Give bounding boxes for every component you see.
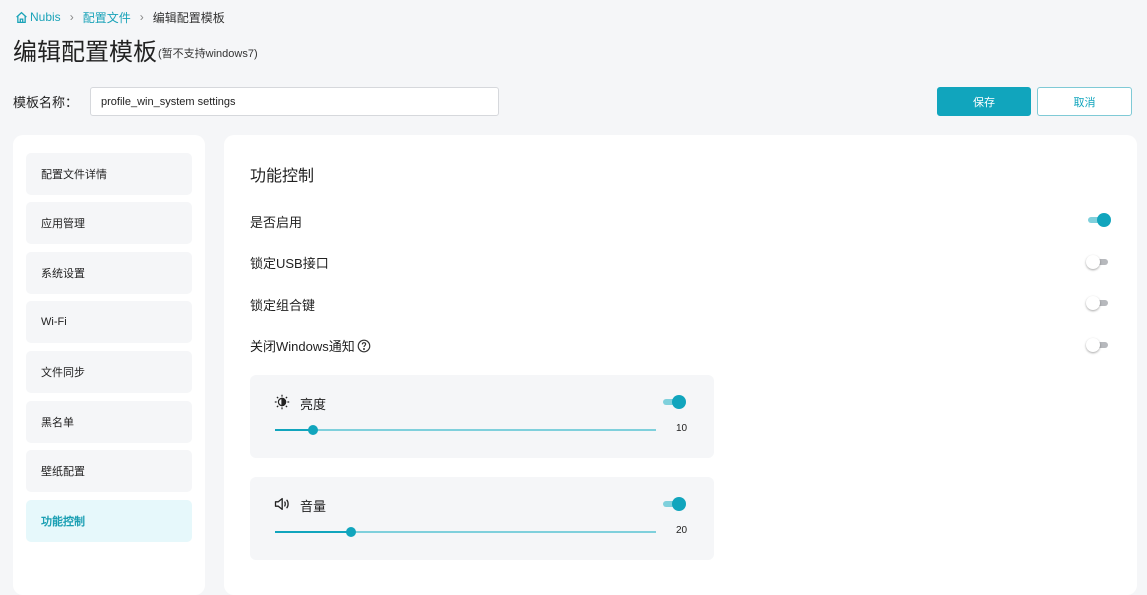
lock-usb-toggle[interactable] xyxy=(1086,255,1111,269)
page-title-note: (暂不支持windows7) xyxy=(158,48,258,60)
save-button[interactable]: 保存 xyxy=(937,87,1031,116)
sidebar-item-file-sync[interactable]: 文件同步 xyxy=(26,351,192,393)
breadcrumb: Nubis › 配置文件 › 编辑配置模板 xyxy=(15,9,225,25)
sidebar-item-profile-details[interactable]: 配置文件详情 xyxy=(26,153,192,195)
enable-toggle[interactable] xyxy=(1087,213,1111,227)
cancel-button[interactable]: 取消 xyxy=(1037,87,1132,116)
page-title-main: 编辑配置模板 xyxy=(13,39,157,66)
brightness-slider[interactable] xyxy=(275,425,656,435)
brightness-value: 10 xyxy=(676,423,688,434)
toggle-knob xyxy=(1086,338,1100,352)
chevron-right-icon: › xyxy=(69,10,74,24)
sidebar-item-wifi[interactable]: Wi-Fi xyxy=(26,301,192,343)
slider-thumb[interactable] xyxy=(346,527,357,537)
toggle-knob xyxy=(1086,296,1100,310)
sidebar-item-blacklist[interactable]: 黑名单 xyxy=(26,401,192,443)
slider-thumb[interactable] xyxy=(308,425,319,435)
page-title: 编辑配置模板 (暂不支持windows7) xyxy=(13,38,258,68)
breadcrumb-profiles-link[interactable]: 配置文件 xyxy=(83,9,131,26)
windows-notifications-toggle[interactable] xyxy=(1086,338,1111,352)
lock-hotkeys-label: 锁定组合键 xyxy=(250,298,316,313)
toggle-knob xyxy=(672,497,686,511)
question-circle-icon[interactable] xyxy=(357,339,371,353)
windows-notifications-label: 关闭Windows通知 xyxy=(250,339,355,354)
home-icon xyxy=(16,11,27,23)
sidebar: 配置文件详情 应用管理 系统设置 Wi-Fi 文件同步 黑名单 壁纸配置 功能控… xyxy=(13,135,205,595)
slider-fill xyxy=(275,531,352,533)
volume-slider[interactable] xyxy=(275,527,656,537)
template-name-row: 模板名称： xyxy=(13,87,499,116)
sidebar-item-app-management[interactable]: 应用管理 xyxy=(26,202,192,244)
feature-control-panel: 功能控制 是否启用 锁定USB接口 锁定组合键 关闭Windows通知 亮度 1… xyxy=(224,135,1137,595)
toggle-knob xyxy=(1097,213,1111,227)
volume-card: 音量 20 xyxy=(250,477,714,560)
section-title: 功能控制 xyxy=(250,168,315,185)
brightness-label: 亮度 xyxy=(300,397,327,412)
template-name-input[interactable] xyxy=(90,87,499,116)
volume-value: 20 xyxy=(676,525,688,536)
brightness-card: 亮度 10 xyxy=(250,375,714,458)
lock-usb-label: 锁定USB接口 xyxy=(250,256,329,271)
sidebar-item-feature-control[interactable]: 功能控制 xyxy=(26,500,192,542)
volume-toggle[interactable] xyxy=(662,497,686,511)
chevron-right-icon: › xyxy=(139,10,144,24)
sidebar-item-system-settings[interactable]: 系统设置 xyxy=(26,252,192,294)
toggle-knob xyxy=(1086,255,1100,269)
speaker-icon xyxy=(274,497,289,511)
brightness-icon xyxy=(274,394,290,410)
volume-label: 音量 xyxy=(300,499,327,514)
sidebar-item-wallpaper[interactable]: 壁纸配置 xyxy=(26,450,192,492)
template-name-label: 模板名称： xyxy=(13,95,79,110)
breadcrumb-home-label: Nubis xyxy=(30,10,61,24)
brightness-toggle[interactable] xyxy=(662,395,686,409)
lock-hotkeys-toggle[interactable] xyxy=(1086,296,1111,310)
breadcrumb-current: 编辑配置模板 xyxy=(152,10,225,25)
toggle-knob xyxy=(672,395,686,409)
breadcrumb-home-link[interactable]: Nubis xyxy=(15,10,61,24)
windows-notifications-row: 关闭Windows通知 xyxy=(250,336,371,355)
enable-label: 是否启用 xyxy=(250,215,303,230)
